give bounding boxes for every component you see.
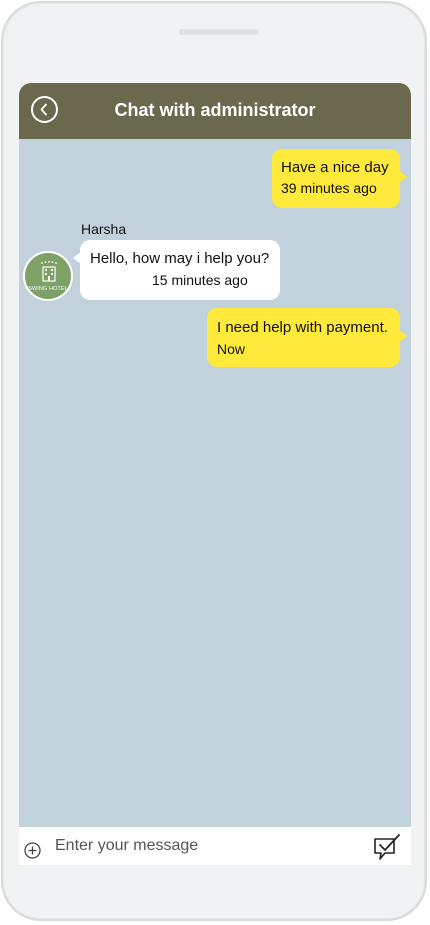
message-bubble-outgoing: I need help with payment. Now bbox=[207, 308, 407, 367]
message-text: Have a nice day bbox=[281, 159, 389, 176]
message-input[interactable] bbox=[55, 835, 355, 857]
message-bubble-incoming: Hello, how may i help you? 15 minutes ag… bbox=[73, 240, 280, 300]
chat-screen: Chat with administrator Have a nice day … bbox=[19, 83, 411, 865]
message-bubble-outgoing: Have a nice day 39 minutes ago bbox=[272, 149, 407, 208]
chat-header: Chat with administrator bbox=[19, 83, 411, 139]
message-text: I need help with payment. bbox=[217, 319, 388, 336]
message-time: 15 minutes ago bbox=[152, 272, 248, 288]
hotel-building-icon bbox=[41, 261, 57, 282]
message-text: Hello, how may i help you? bbox=[90, 250, 270, 267]
page-title: Chat with administrator bbox=[114, 100, 316, 120]
phone-speaker bbox=[179, 29, 259, 35]
plus-circle-icon[interactable] bbox=[24, 842, 41, 859]
message-composer bbox=[19, 827, 411, 865]
avatar: SWING HOTEL bbox=[23, 251, 73, 301]
sender-name: Harsha bbox=[81, 221, 127, 237]
message-time: 39 minutes ago bbox=[281, 180, 377, 196]
send-check-icon[interactable] bbox=[372, 833, 402, 863]
avatar-label: SWING HOTEL bbox=[28, 286, 68, 292]
message-time: Now bbox=[217, 341, 246, 357]
